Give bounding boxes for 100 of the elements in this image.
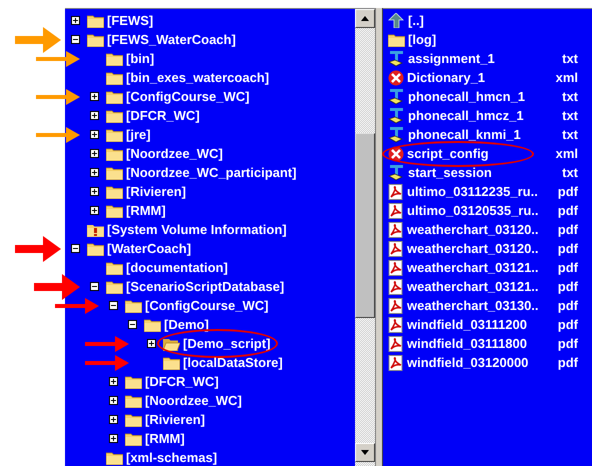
file-extension: pdf (558, 317, 578, 332)
collapse-button[interactable] (109, 301, 118, 310)
expand-button[interactable] (90, 130, 99, 139)
up-triangle-icon (361, 16, 369, 21)
folder-icon (106, 166, 123, 180)
expand-button[interactable] (147, 339, 156, 348)
file-name[interactable]: weatherchart_03120.. (407, 222, 539, 237)
file-extension: pdf (558, 241, 578, 256)
scroll-thumb[interactable] (355, 133, 375, 318)
folder-icon (106, 280, 123, 294)
folder-name[interactable]: [Rivieren] (145, 412, 205, 427)
collapse-button[interactable] (90, 282, 99, 291)
expand-button[interactable] (109, 396, 118, 405)
folder-name[interactable]: [Noordzee_WC] (126, 146, 223, 161)
folder-name[interactable]: [DFCR_WC] (145, 374, 219, 389)
folder-name[interactable]: [bin_exes_watercoach] (126, 70, 270, 85)
text-file-icon (388, 164, 405, 180)
file-name[interactable]: ultimo_03120535_ru.. (407, 203, 539, 218)
panel-splitter[interactable] (375, 8, 383, 466)
folder-icon (106, 260, 123, 274)
folder-name[interactable]: [RMM] (145, 431, 185, 446)
file-name[interactable]: weatherchart_03121.. (407, 260, 539, 275)
folder-name[interactable]: [localDataStore] (183, 355, 283, 370)
folder-name[interactable]: [DFCR_WC] (126, 108, 200, 123)
folder-icon (125, 412, 142, 426)
file-extension: pdf (558, 355, 578, 370)
scrollbar[interactable] (355, 8, 375, 466)
folder-name[interactable]: [ScenarioScriptDatabase] (126, 279, 284, 294)
file-extension: pdf (558, 336, 578, 351)
file-name[interactable]: windfield_03111200 (407, 317, 527, 332)
folder-name[interactable]: [xml-schemas] (126, 450, 218, 465)
folder-name[interactable]: [Demo] (164, 317, 209, 332)
file-name[interactable]: [..] (408, 13, 424, 28)
folder-name[interactable]: [Demo_script] (183, 336, 270, 351)
folder-name[interactable]: [Rivieren] (126, 184, 186, 199)
folder-name[interactable]: [jre] (126, 127, 151, 142)
folder-icon (106, 90, 123, 104)
pdf-file-icon (388, 298, 404, 314)
folder-icon (106, 70, 123, 84)
file-name[interactable]: Dictionary_1 (407, 70, 486, 85)
folder-name[interactable]: [Noordzee_WC] (145, 393, 242, 408)
folder-icon (106, 108, 123, 122)
pdf-file-icon (388, 202, 404, 218)
folder-name[interactable]: [FEWS] (107, 13, 154, 28)
file-extension: pdf (558, 298, 578, 313)
file-name[interactable]: script_config (407, 146, 489, 161)
file-name[interactable]: weatherchart_03130.. (407, 298, 539, 313)
file-extension: pdf (558, 184, 578, 199)
folder-name[interactable]: [System Volume Information] (107, 222, 287, 237)
xml-file-icon (388, 146, 404, 162)
file-extension: xml (556, 70, 578, 85)
file-extension: pdf (558, 260, 578, 275)
folder-name[interactable]: [documentation] (126, 260, 228, 275)
expand-button[interactable] (71, 16, 80, 25)
expand-button[interactable] (109, 434, 118, 443)
expand-button[interactable] (90, 168, 99, 177)
up-arrow-icon (388, 13, 405, 28)
expand-button[interactable] (90, 149, 99, 158)
file-extension: txt (562, 51, 578, 66)
expand-button[interactable] (90, 111, 99, 120)
expand-button[interactable] (109, 415, 118, 424)
file-name[interactable]: ultimo_03112235_ru.. (407, 184, 538, 199)
folder-icon (87, 242, 104, 256)
collapse-button[interactable] (71, 244, 80, 253)
folder-name[interactable]: [bin] (126, 51, 154, 66)
scroll-down-button[interactable] (355, 443, 375, 462)
file-name[interactable]: windfield_03120000 (407, 355, 528, 370)
file-name[interactable]: windfield_03111800 (407, 336, 527, 351)
folder-name[interactable]: [ConfigCourse_WC] (145, 298, 268, 313)
folder-name[interactable]: [Noordzee_WC_participant] (126, 165, 296, 180)
file-name[interactable]: phonecall_hmcz_1 (408, 108, 524, 123)
expand-button[interactable] (90, 92, 99, 101)
expand-button[interactable] (90, 187, 99, 196)
file-name[interactable]: start_session (408, 165, 492, 180)
pdf-file-icon (388, 240, 404, 256)
down-triangle-icon (361, 450, 369, 455)
file-extension: txt (562, 165, 578, 180)
file-name[interactable]: weatherchart_03121.. (407, 279, 539, 294)
file-extension: txt (562, 89, 578, 104)
scroll-up-button[interactable] (355, 9, 375, 28)
collapse-button[interactable] (128, 320, 137, 329)
pdf-file-icon (388, 316, 404, 332)
collapse-button[interactable] (71, 35, 80, 44)
folder-name[interactable]: [RMM] (126, 203, 166, 218)
file-name[interactable]: phonecall_knmi_1 (408, 127, 521, 142)
folder-name[interactable]: [ConfigCourse_WC] (126, 89, 250, 104)
file-name[interactable]: phonecall_hmcn_1 (408, 89, 526, 104)
file-name[interactable]: weatherchart_03120.. (407, 241, 539, 256)
folder-icon (125, 432, 142, 446)
open-folder-icon (163, 336, 180, 350)
file-extension: pdf (558, 222, 578, 237)
file-name[interactable]: [log] (408, 32, 436, 47)
folder-name[interactable]: [WaterCoach] (107, 241, 192, 256)
warning-folder-icon (87, 222, 104, 236)
folder-name[interactable]: [FEWS_WaterCoach] (107, 32, 236, 47)
folder-icon (87, 14, 104, 28)
file-name[interactable]: assignment_1 (408, 51, 495, 66)
expand-button[interactable] (109, 377, 118, 386)
file-extension: txt (562, 108, 578, 123)
expand-button[interactable] (90, 206, 99, 215)
